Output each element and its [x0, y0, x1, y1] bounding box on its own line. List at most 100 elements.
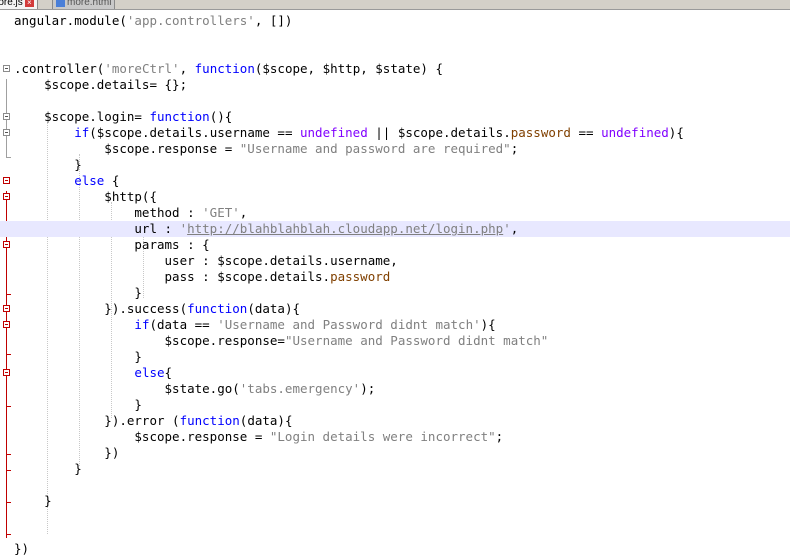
code-token: "Login details were incorrect" — [269, 429, 496, 444]
code-line[interactable] — [0, 509, 790, 525]
tab-bar: more.js× more.html — [0, 0, 790, 10]
code-token: ); — [360, 381, 376, 396]
code-token: $scope.response= — [14, 333, 285, 348]
code-token: }).error ( — [14, 413, 180, 428]
code-token: ' — [503, 221, 511, 236]
code-line[interactable] — [0, 477, 790, 493]
code-token: function — [179, 413, 240, 428]
code-line[interactable]: $scope.response = "Username and password… — [0, 141, 790, 157]
code-line[interactable]: angular.module('app.controllers', []) — [0, 13, 790, 29]
code-token: } — [14, 285, 142, 300]
code-text: } — [14, 349, 142, 365]
code-token: (data){ — [239, 413, 293, 428]
code-token: (){ — [209, 109, 233, 124]
code-token: ; — [495, 429, 504, 444]
code-line[interactable]: pass : $scope.details.password — [0, 269, 790, 285]
code-line[interactable]: else { — [0, 173, 790, 189]
code-line[interactable]: } — [0, 285, 790, 301]
code-token: 'GET' — [202, 205, 240, 220]
code-token: http://blahblahblah.cloudapp.net/login.p… — [187, 221, 504, 236]
code-line[interactable]: }) — [0, 445, 790, 461]
code-token: ' — [179, 221, 188, 236]
code-line[interactable]: else{ — [0, 365, 790, 381]
code-token: function — [194, 61, 255, 76]
code-token: (data == — [149, 317, 218, 332]
code-line[interactable] — [0, 93, 790, 109]
tab-label: more.js — [0, 0, 23, 8]
code-token: 'app.controllers' — [126, 13, 255, 28]
code-token: params : { — [14, 237, 210, 252]
file-icon — [56, 0, 65, 7]
code-text: $scope.response = "Login details were in… — [14, 429, 503, 445]
code-token: ){ — [668, 125, 684, 140]
code-line[interactable]: $scope.login= function(){ — [0, 109, 790, 125]
code-text: $scope.login= function(){ — [14, 109, 232, 125]
code-line[interactable]: params : { — [0, 237, 790, 253]
code-token: ($scope.details.username == — [89, 125, 300, 140]
code-text: $http({ — [14, 189, 157, 205]
code-token: $scope.response = — [14, 429, 270, 444]
code-token: $scope.details= {}; — [14, 77, 188, 92]
code-token: , []) — [254, 13, 293, 28]
code-text: } — [14, 493, 52, 509]
code-line[interactable]: url : 'http://blahblahblah.cloudapp.net/… — [0, 221, 790, 237]
code-text: user : $scope.details.username, — [14, 253, 398, 269]
code-text: params : { — [14, 237, 210, 253]
code-line[interactable]: } — [0, 157, 790, 173]
code-token: || $scope.details. — [367, 125, 511, 140]
code-line[interactable]: } — [0, 397, 790, 413]
code-line[interactable]: $http({ — [0, 189, 790, 205]
tab-more-js[interactable]: more.js× — [0, 0, 38, 9]
close-icon[interactable]: × — [24, 0, 34, 7]
code-line[interactable]: $state.go('tabs.emergency'); — [0, 381, 790, 397]
code-token: user : $scope.details.username, — [14, 253, 398, 268]
code-token: $state.go( — [14, 381, 240, 396]
code-token: 'moreCtrl' — [104, 61, 180, 76]
code-line[interactable]: method : 'GET', — [0, 205, 790, 221]
code-text: url : 'http://blahblahblah.cloudapp.net/… — [14, 221, 518, 237]
code-token: }) — [14, 541, 30, 556]
code-token: function — [187, 301, 248, 316]
code-line[interactable]: $scope.response = "Login details were in… — [0, 429, 790, 445]
code-token: undefined — [300, 125, 368, 140]
code-text: angular.module('app.controllers', []) — [14, 13, 292, 29]
code-line[interactable]: $scope.response="Username and Password d… — [0, 333, 790, 349]
code-token: }) — [14, 445, 120, 460]
code-line[interactable]: } — [0, 349, 790, 365]
code-token: ($scope, $http, $state) { — [254, 61, 444, 76]
code-token: $scope.response = — [14, 141, 240, 156]
code-text: $scope.response = "Username and password… — [14, 141, 518, 157]
code-text: }) — [14, 445, 119, 461]
code-text: $state.go('tabs.emergency'); — [14, 381, 376, 397]
tab-more-html[interactable]: more.html — [52, 0, 116, 9]
code-line[interactable]: }) — [0, 541, 790, 557]
code-line[interactable] — [0, 29, 790, 45]
code-token: == — [570, 125, 602, 140]
code-line[interactable]: } — [0, 461, 790, 477]
code-editor[interactable]: angular.module('app.controllers', []) .co… — [0, 10, 790, 557]
code-text: if(data == 'Username and Password didnt … — [14, 317, 495, 333]
code-token: { — [164, 365, 173, 380]
code-token: } — [14, 397, 142, 412]
code-line[interactable]: .controller('moreCtrl', function($scope,… — [0, 61, 790, 77]
code-token: 'tabs.emergency' — [239, 381, 361, 396]
code-line[interactable] — [0, 45, 790, 61]
code-line[interactable]: if($scope.details.username == undefined … — [0, 125, 790, 141]
code-token: angular.module( — [14, 13, 127, 28]
code-line[interactable] — [0, 525, 790, 541]
code-token: , — [510, 221, 519, 236]
code-line[interactable]: user : $scope.details.username, — [0, 253, 790, 269]
code-text: } — [14, 461, 82, 477]
code-token: "Username and password are required" — [239, 141, 511, 156]
code-line[interactable]: $scope.details= {}; — [0, 77, 790, 93]
code-token: password — [330, 269, 391, 284]
code-text: $scope.details= {}; — [14, 77, 187, 93]
code-line[interactable]: }).success(function(data){ — [0, 301, 790, 317]
code-line[interactable]: }).error (function(data){ — [0, 413, 790, 429]
code-token: } — [14, 349, 142, 364]
code-text: } — [14, 285, 142, 301]
code-line[interactable]: } — [0, 493, 790, 509]
code-line[interactable]: if(data == 'Username and Password didnt … — [0, 317, 790, 333]
